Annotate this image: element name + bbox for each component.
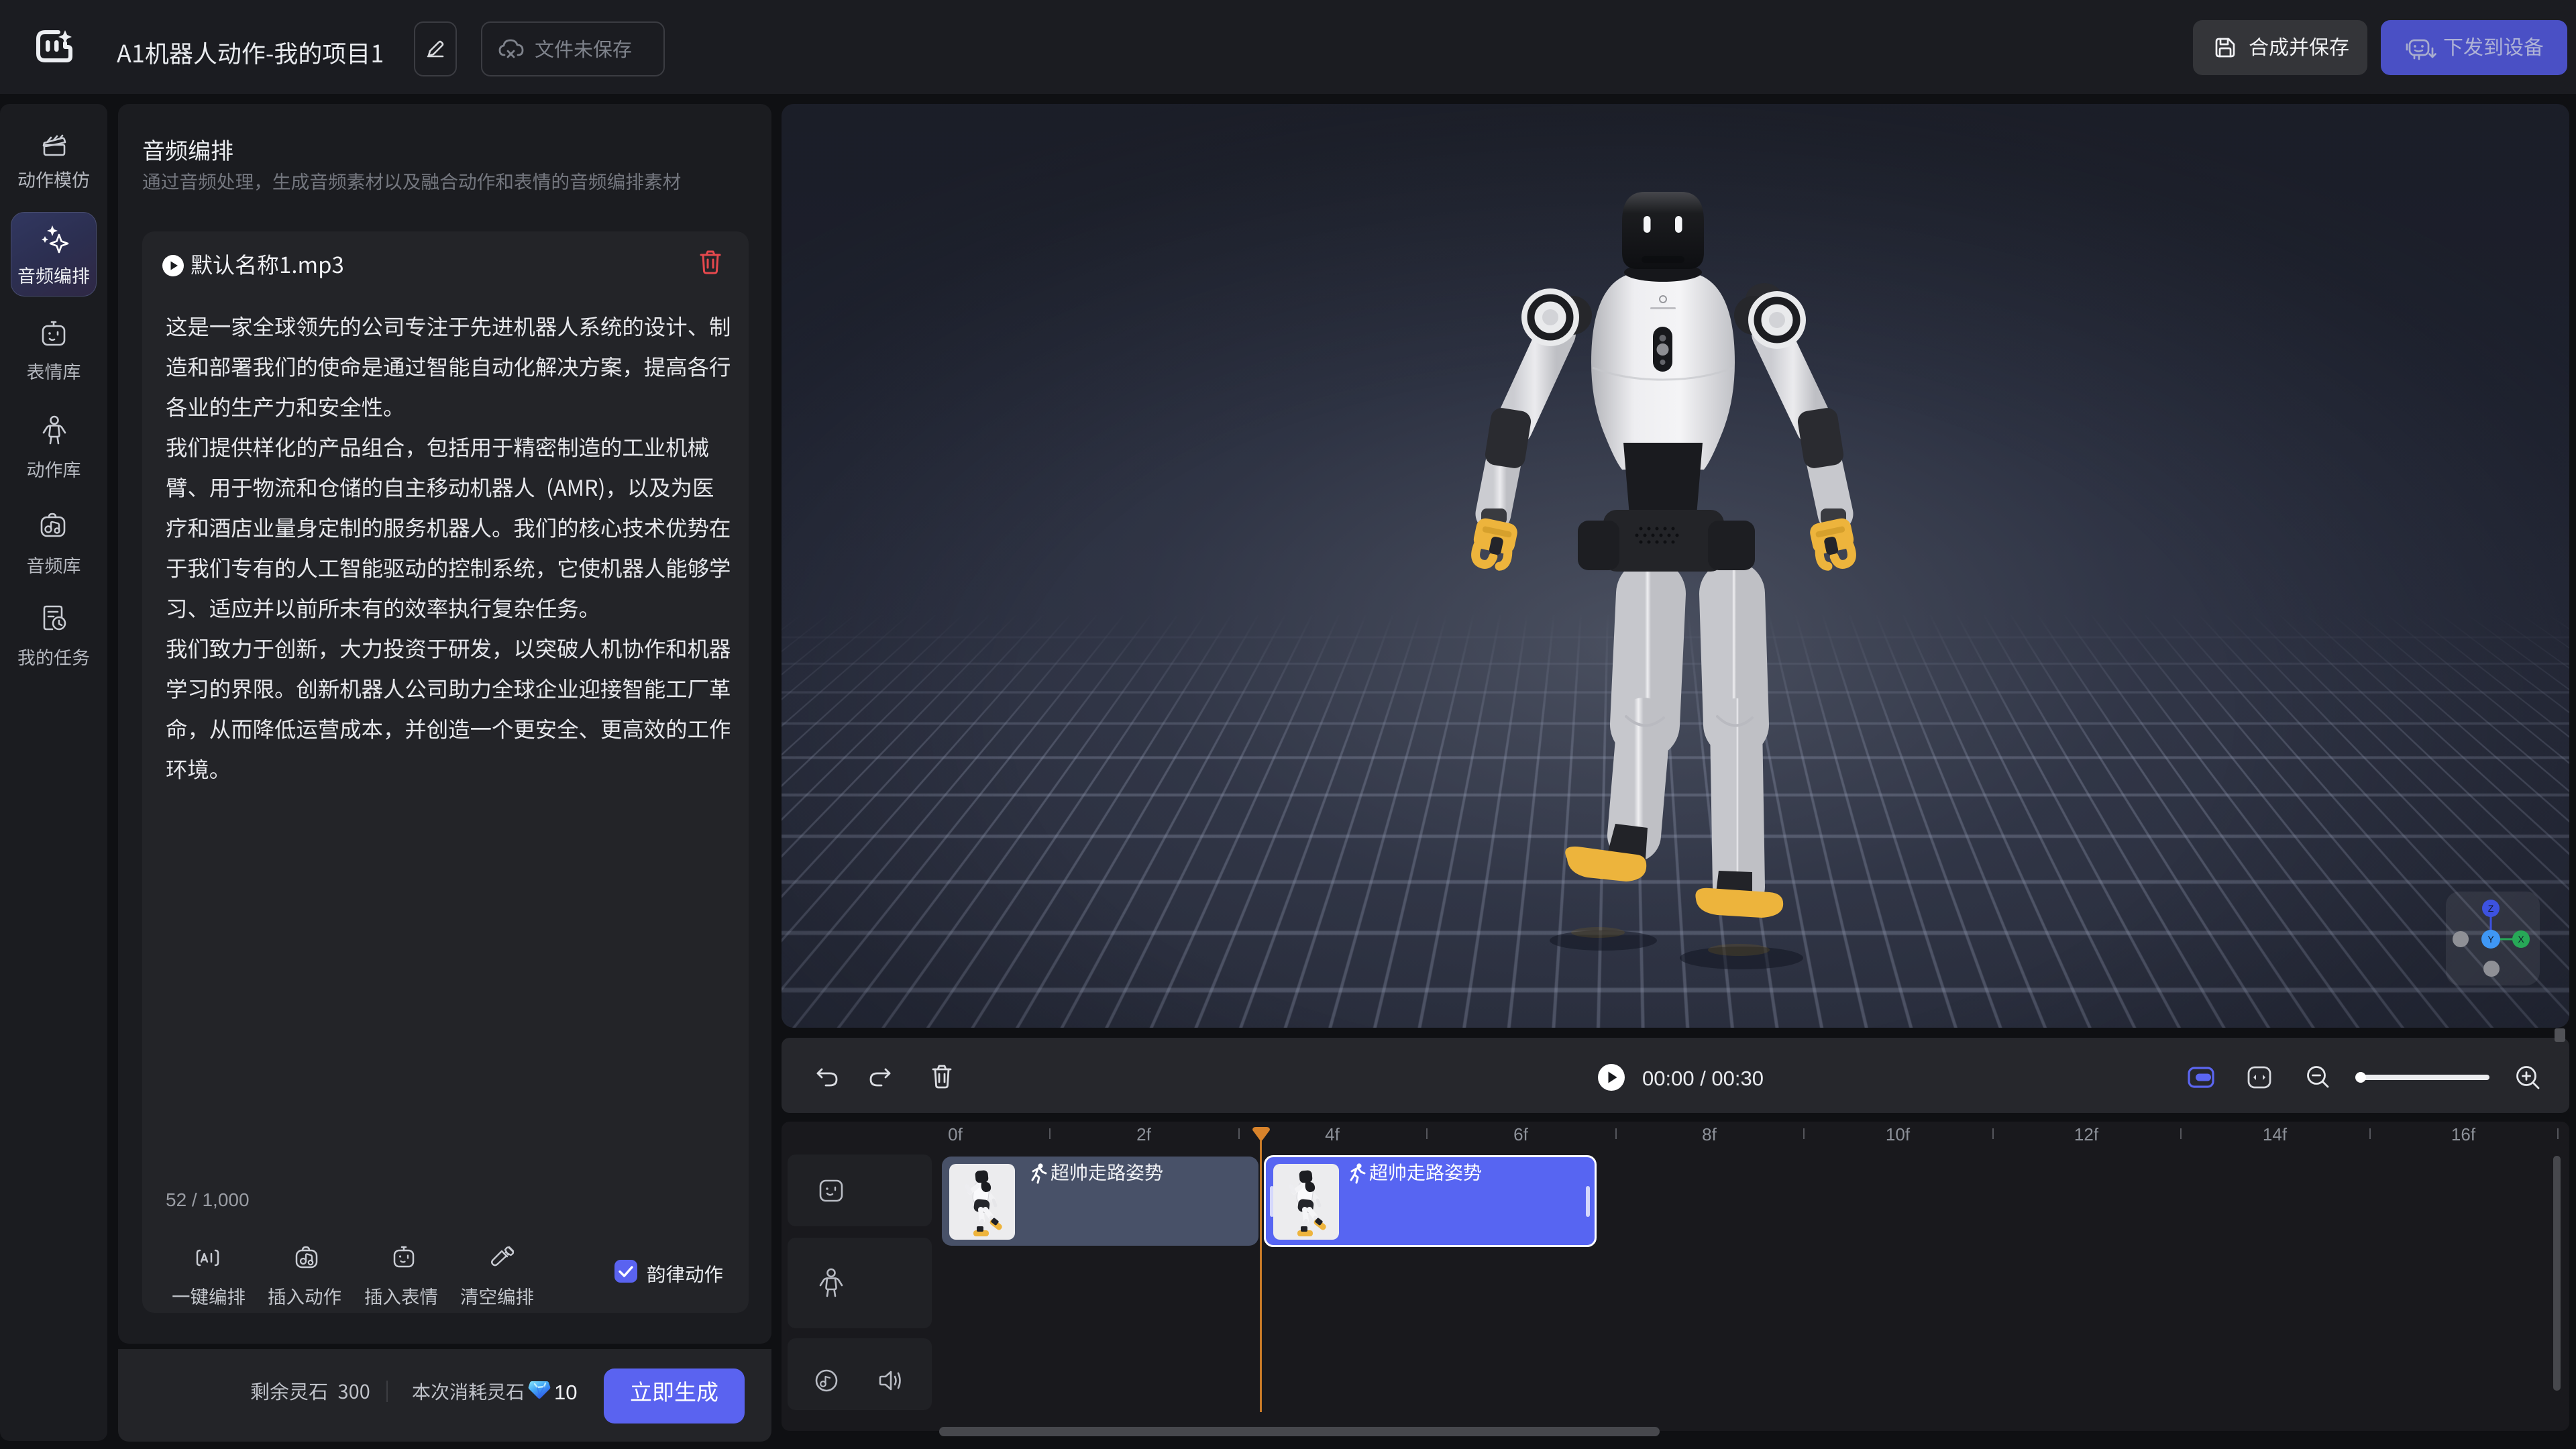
svg-text:Z: Z [2488,903,2494,914]
svg-text:Y: Y [2487,934,2494,945]
svg-text:X: X [2518,934,2524,945]
